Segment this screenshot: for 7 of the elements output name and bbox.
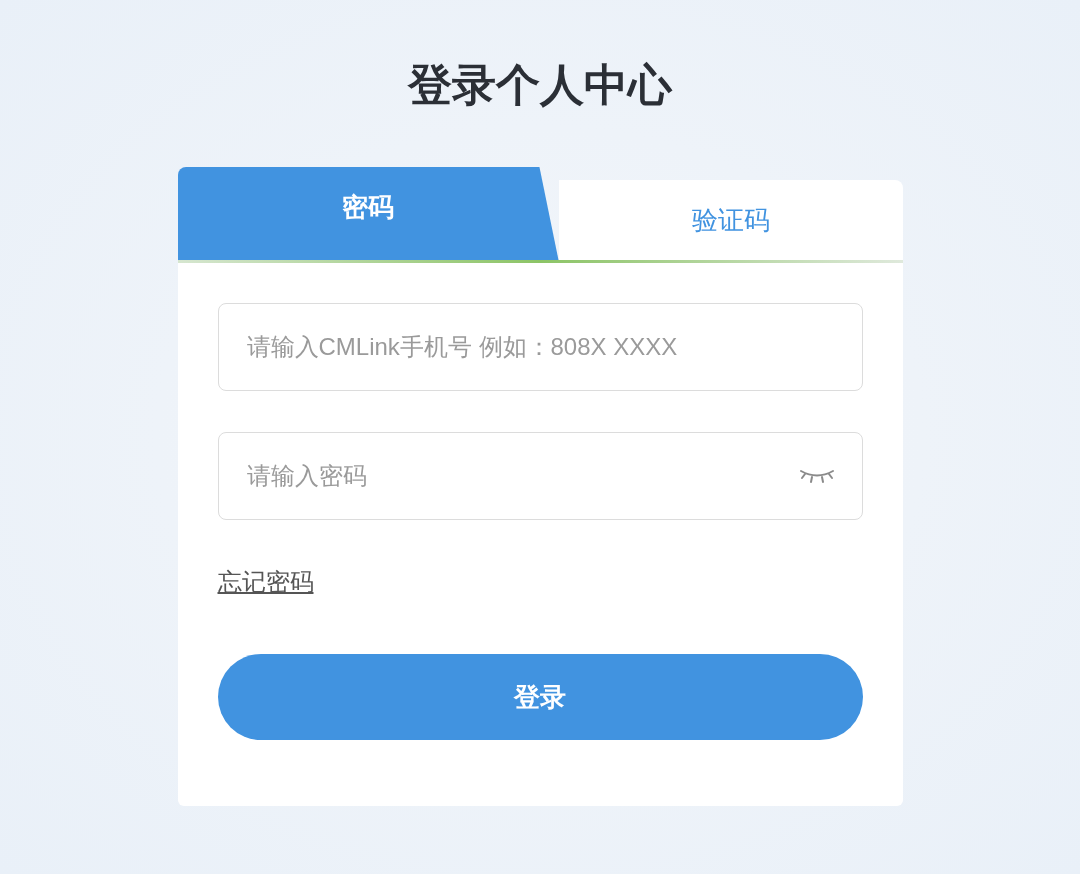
tab[interactable]: 验证码 <box>558 180 903 260</box>
password-field[interactable]: 请输入密码 <box>217 432 863 520</box>
forgot-password-link[interactable]: 忘记密码 <box>217 564 314 600</box>
page-title: 登录个人中心 <box>408 59 672 111</box>
phone-field[interactable]: 请输入CMLink手机号 例如：808X XXXX <box>217 303 863 391</box>
login-button[interactable]: 登录 <box>217 654 863 740</box>
tab[interactable]: 密码 <box>177 167 559 260</box>
